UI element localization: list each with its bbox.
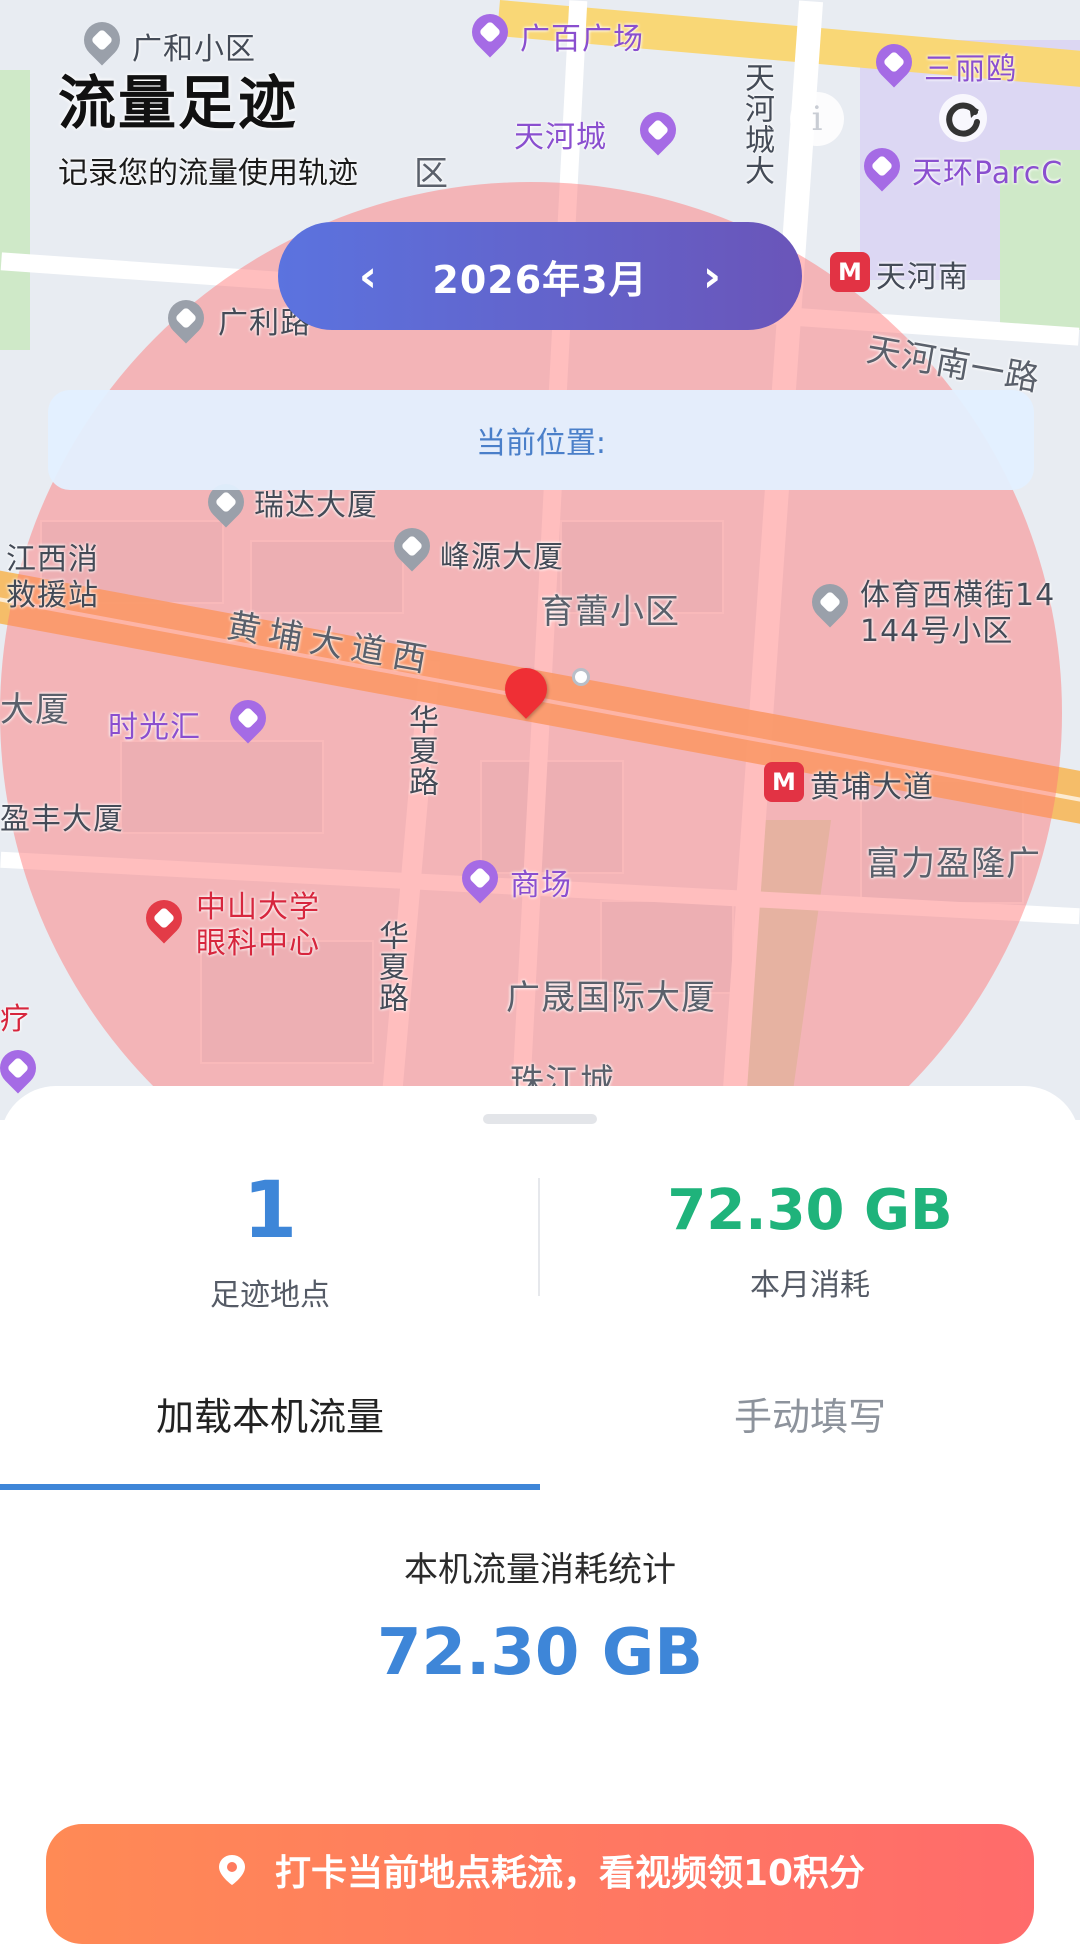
map-label: 华夏路 <box>403 704 438 797</box>
page-title: 流量足迹 <box>58 69 299 137</box>
map-label: 广晟国际大厦 <box>506 978 716 1018</box>
map-label: 富力盈隆广 <box>866 844 1041 884</box>
map-label: 育蕾小区 <box>540 592 680 632</box>
map-label: 救援站 <box>6 578 99 613</box>
page-subtitle: 记录您的流量使用轨迹 <box>58 156 358 191</box>
device-usage-value: 72.30 GB <box>376 1616 704 1690</box>
map-label: 天河南 <box>876 260 969 295</box>
tab-manual-entry[interactable]: 手动填写 <box>540 1382 1080 1492</box>
current-month-label: 2026年3月 <box>432 257 648 302</box>
monthly-usage-label: 本月消耗 <box>750 1268 870 1303</box>
mode-tabs: 加载本机流量 手动填写 <box>0 1382 1080 1492</box>
next-month-button[interactable]: › <box>692 251 732 302</box>
monthly-usage-stat: 72.30 GB 本月消耗 <box>540 1176 1080 1304</box>
metro-station-icon: M <box>764 762 804 802</box>
checkin-button[interactable]: 打卡当前地点耗流，看视频领10积分 <box>46 1824 1034 1944</box>
map-label: 黄埔大道 <box>810 770 934 805</box>
poi-marker-icon <box>632 104 684 156</box>
map-label: 天河城 <box>514 120 607 155</box>
current-location-bar[interactable]: 当前位置: <box>48 390 1034 490</box>
footprints-stat: 1 足迹地点 <box>0 1166 540 1314</box>
device-usage-title: 本机流量消耗统计 <box>404 1550 676 1590</box>
tab-load-device-data[interactable]: 加载本机流量 <box>0 1382 540 1492</box>
map-label: 区 <box>414 154 449 194</box>
active-tab-indicator <box>0 1484 540 1490</box>
map-label: 天环ParcC <box>912 156 1064 191</box>
location-pin-icon <box>218 1855 245 1885</box>
map-label: 天河城大 <box>739 62 774 186</box>
map-green-area <box>0 70 30 350</box>
footprints-count: 1 <box>242 1166 298 1256</box>
refresh-icon[interactable] <box>935 90 991 146</box>
map-label: 疗 <box>0 1002 31 1037</box>
metro-station-icon: M <box>830 252 870 292</box>
current-location-label: 当前位置: <box>475 426 607 461</box>
map-label: 时光汇 <box>108 710 201 745</box>
map-label: 144号小区 <box>860 614 1014 649</box>
map-label: 三丽鸥 <box>924 52 1017 87</box>
poi-marker-icon <box>0 1042 44 1094</box>
map-label: 峰源大厦 <box>440 540 564 575</box>
map-label: 盈丰大厦 <box>0 802 124 837</box>
info-icon[interactable]: i <box>790 92 844 146</box>
bottom-sheet: 1 足迹地点 72.30 GB 本月消耗 加载本机流量 手动填写 本机流量消耗统… <box>0 1086 1080 1944</box>
map-label: 广百广场 <box>520 22 644 57</box>
map-label: 商场 <box>510 868 572 903</box>
sheet-drag-handle[interactable] <box>483 1114 597 1124</box>
map-label: 大厦 <box>0 690 70 730</box>
gps-dot-icon <box>572 668 590 686</box>
map-label: 华夏路 <box>373 920 408 1013</box>
month-selector: ‹ 2026年3月 › <box>278 222 802 330</box>
monthly-usage-value: 72.30 GB <box>667 1178 953 1243</box>
prev-month-button[interactable]: ‹ <box>348 251 388 302</box>
footprints-label: 足迹地点 <box>210 1278 330 1313</box>
checkin-button-label: 打卡当前地点耗流，看视频领10积分 <box>274 1853 866 1894</box>
map-label: 眼科中心 <box>196 926 320 961</box>
